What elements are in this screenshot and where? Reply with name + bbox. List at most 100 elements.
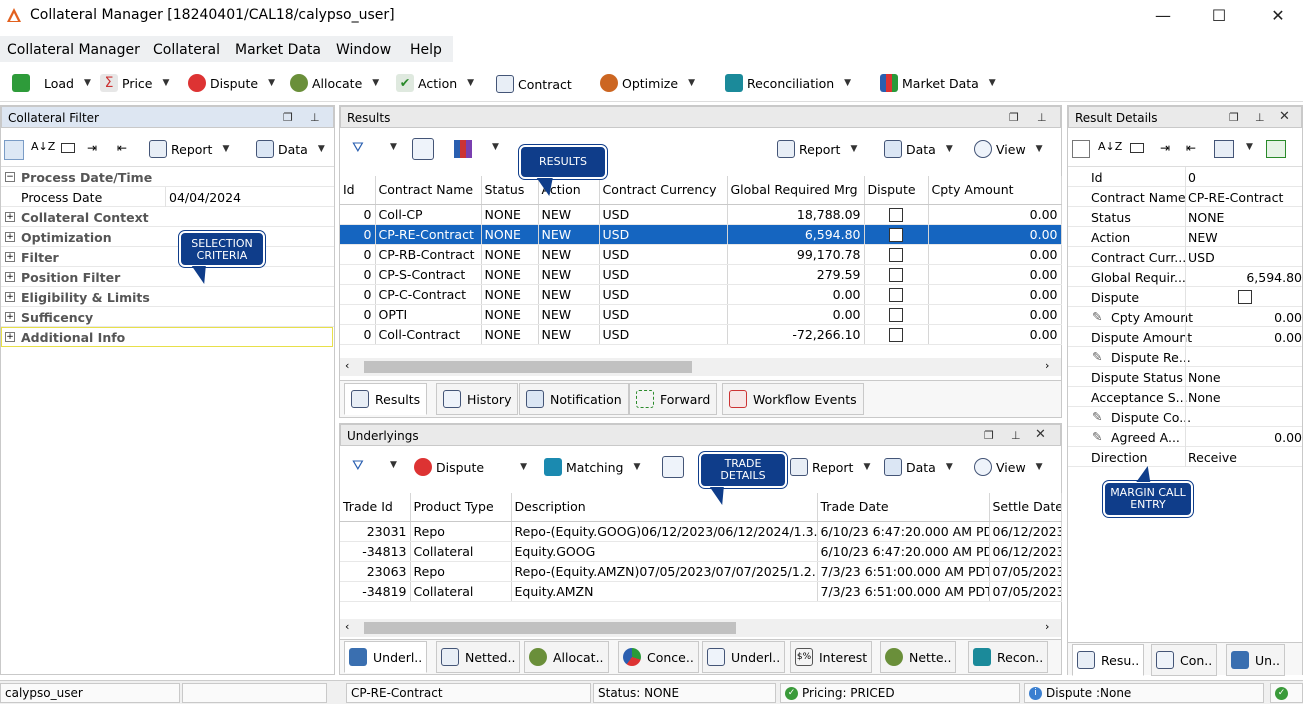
results-data-button[interactable]: Data ▼ xyxy=(884,140,953,158)
collapse-icon[interactable]: ⇤ xyxy=(1186,141,1196,155)
tab-result-details[interactable]: Resu.. xyxy=(1072,644,1145,676)
tab-history[interactable]: History xyxy=(436,383,519,415)
dispute-checkbox[interactable] xyxy=(889,207,903,222)
column-header-trade-date[interactable]: Trade Date xyxy=(817,493,990,522)
expand-icon[interactable]: + xyxy=(5,312,15,322)
detail-row[interactable]: Action NEW xyxy=(1068,227,1302,247)
maximize-button[interactable]: ☐ xyxy=(1196,0,1242,32)
results-horizontal-scrollbar[interactable]: ‹ › xyxy=(340,358,1061,376)
detail-value[interactable]: NONE xyxy=(1188,210,1224,225)
sort-az-icon[interactable]: A↓Z xyxy=(1098,140,1122,153)
detail-value[interactable]: 0 xyxy=(1188,170,1196,185)
filter-funnel-icon[interactable]: ⛛ xyxy=(352,140,364,156)
pin-icon[interactable]: ⊥ xyxy=(310,111,320,124)
field-icon[interactable] xyxy=(1130,143,1144,153)
dispute-checkbox[interactable] xyxy=(889,227,903,242)
detail-value[interactable]: None xyxy=(1188,390,1221,405)
column-header-description[interactable]: Description xyxy=(511,493,818,522)
section-position-filter[interactable]: + Position Filter xyxy=(1,267,334,287)
column-header-contract-name[interactable]: Contract Name xyxy=(375,176,482,205)
detail-value[interactable]: NEW xyxy=(1188,230,1218,245)
tab-interest[interactable]: $% Interest xyxy=(790,641,873,673)
scrollbar-thumb[interactable] xyxy=(364,622,736,634)
section-eligibility[interactable]: + Eligibility & Limits xyxy=(1,287,334,307)
tab-underlyings-2[interactable]: Underl.. xyxy=(702,641,786,673)
expand-icon[interactable]: + xyxy=(5,272,15,282)
tab-concentration[interactable]: Conce.. xyxy=(618,641,699,673)
section-collateral-context[interactable]: + Collateral Context xyxy=(1,207,334,227)
scrollbar-thumb[interactable] xyxy=(364,361,692,373)
detail-value[interactable]: 0.00 xyxy=(1274,430,1302,445)
contract-button[interactable]: Contract xyxy=(496,75,572,93)
collapse-icon[interactable]: ⇤ xyxy=(117,141,127,155)
process-date-row[interactable]: Process Date 04/04/2024 xyxy=(1,187,334,207)
detail-row[interactable]: Dispute Amount 0.00 xyxy=(1068,327,1302,347)
pin-icon[interactable]: ⊥ xyxy=(1255,111,1265,124)
chevron-down-icon[interactable]: ▼ xyxy=(1246,142,1253,152)
restore-icon[interactable]: ❐ xyxy=(1229,111,1239,124)
filter-report-button[interactable]: Report ▼ xyxy=(149,140,229,158)
expand-icon[interactable]: + xyxy=(5,332,15,342)
detail-row[interactable]: Contract Curr... USD xyxy=(1068,247,1302,267)
grid-view-icon[interactable] xyxy=(4,140,24,160)
detail-row[interactable]: Dispute xyxy=(1068,287,1302,307)
detail-row[interactable]: Dispute Status None xyxy=(1068,367,1302,387)
table-row[interactable]: 0 CP-C-Contract NONE NEW USD 0.00 0.00 xyxy=(340,284,1062,305)
detail-row[interactable]: Status NONE xyxy=(1068,207,1302,227)
section-optimization[interactable]: + Optimization xyxy=(1,227,334,247)
scroll-left-icon[interactable]: ‹ xyxy=(345,620,349,633)
table-row[interactable]: 23031 Repo Repo-(Equity.GOOG)06/12/2023/06… xyxy=(340,521,1062,542)
column-header-settle-date[interactable]: Settle Date xyxy=(989,493,1062,522)
price-button[interactable]: Σ Price ▼ xyxy=(100,74,169,92)
menu-market-data[interactable]: Market Data xyxy=(235,42,321,58)
chevron-down-icon[interactable]: ▼ xyxy=(390,142,397,152)
dispute-button[interactable]: Dispute ▼ xyxy=(188,74,275,92)
detail-value[interactable]: Receive xyxy=(1188,450,1237,465)
detail-row[interactable]: Contract Name CP-RE-Contract xyxy=(1068,187,1302,207)
detail-row[interactable]: ✎ Cpty Amount 0.00 xyxy=(1068,307,1302,327)
export-icon[interactable] xyxy=(1266,140,1286,158)
detail-value[interactable]: 0.00 xyxy=(1274,310,1302,325)
underlyings-report-button[interactable]: Report ▼ xyxy=(790,458,870,476)
table-row[interactable]: 0 OPTI NONE NEW USD 0.00 0.00 xyxy=(340,304,1062,325)
report-icon[interactable] xyxy=(1214,140,1234,158)
detail-row[interactable]: Direction Receive xyxy=(1068,447,1302,467)
detail-row[interactable]: ✎ Dispute Re... xyxy=(1068,347,1302,367)
allocate-button[interactable]: Allocate ▼ xyxy=(290,74,379,92)
dispute-checkbox[interactable] xyxy=(889,267,903,282)
menu-help[interactable]: Help xyxy=(410,42,442,58)
market-data-button[interactable]: Market Data ▼ xyxy=(880,74,996,92)
table-row[interactable]: 0 CP-RE-Contract NONE NEW USD 6,594.80 0.00 xyxy=(340,224,1062,245)
detail-row[interactable]: ✎ Dispute Co... xyxy=(1068,407,1302,427)
filter-funnel-icon[interactable]: ⛛ xyxy=(352,458,364,474)
detail-value[interactable]: None xyxy=(1188,370,1221,385)
close-icon[interactable]: ✕ xyxy=(1035,427,1046,442)
expand-icon[interactable]: ⇥ xyxy=(1160,141,1170,155)
load-button[interactable]: Load ▼ xyxy=(12,74,91,92)
menu-collateral-manager[interactable]: Collateral Manager xyxy=(7,42,140,58)
expand-icon[interactable]: + xyxy=(5,292,15,302)
section-sufficency[interactable]: + Sufficency xyxy=(1,307,334,327)
tab-netted-2[interactable]: Nette.. xyxy=(880,641,957,673)
scroll-left-icon[interactable]: ‹ xyxy=(345,359,349,372)
detail-row[interactable]: Id 0 xyxy=(1068,167,1302,187)
underlyings-view-button[interactable]: View ▼ xyxy=(974,458,1043,476)
history-clock-icon[interactable] xyxy=(412,138,434,160)
column-header-id[interactable]: Id xyxy=(340,176,376,205)
chart-settings-icon[interactable] xyxy=(454,140,472,158)
tab-results[interactable]: Results xyxy=(344,383,428,415)
dispute-checkbox[interactable] xyxy=(1238,290,1252,304)
dispute-checkbox[interactable] xyxy=(889,327,903,342)
tab-netted[interactable]: Netted.. xyxy=(436,641,521,673)
tab-forward[interactable]: Forward xyxy=(629,383,718,415)
column-header-dispute[interactable]: Dispute xyxy=(864,176,929,205)
underlyings-data-button[interactable]: Data ▼ xyxy=(884,458,953,476)
section-additional-info[interactable]: + Additional Info xyxy=(1,327,333,347)
column-header-cpty-amount[interactable]: Cpty Amount xyxy=(928,176,1062,205)
grid-view-icon[interactable] xyxy=(1072,140,1090,158)
restore-icon[interactable]: ❐ xyxy=(984,429,994,442)
table-row[interactable]: -34819 Collateral Equity.AMZN 7/3/23 6:51:0… xyxy=(340,581,1062,602)
menu-collateral[interactable]: Collateral xyxy=(153,42,220,58)
restore-icon[interactable]: ❐ xyxy=(1009,111,1019,124)
detail-value[interactable]: 0.00 xyxy=(1274,330,1302,345)
